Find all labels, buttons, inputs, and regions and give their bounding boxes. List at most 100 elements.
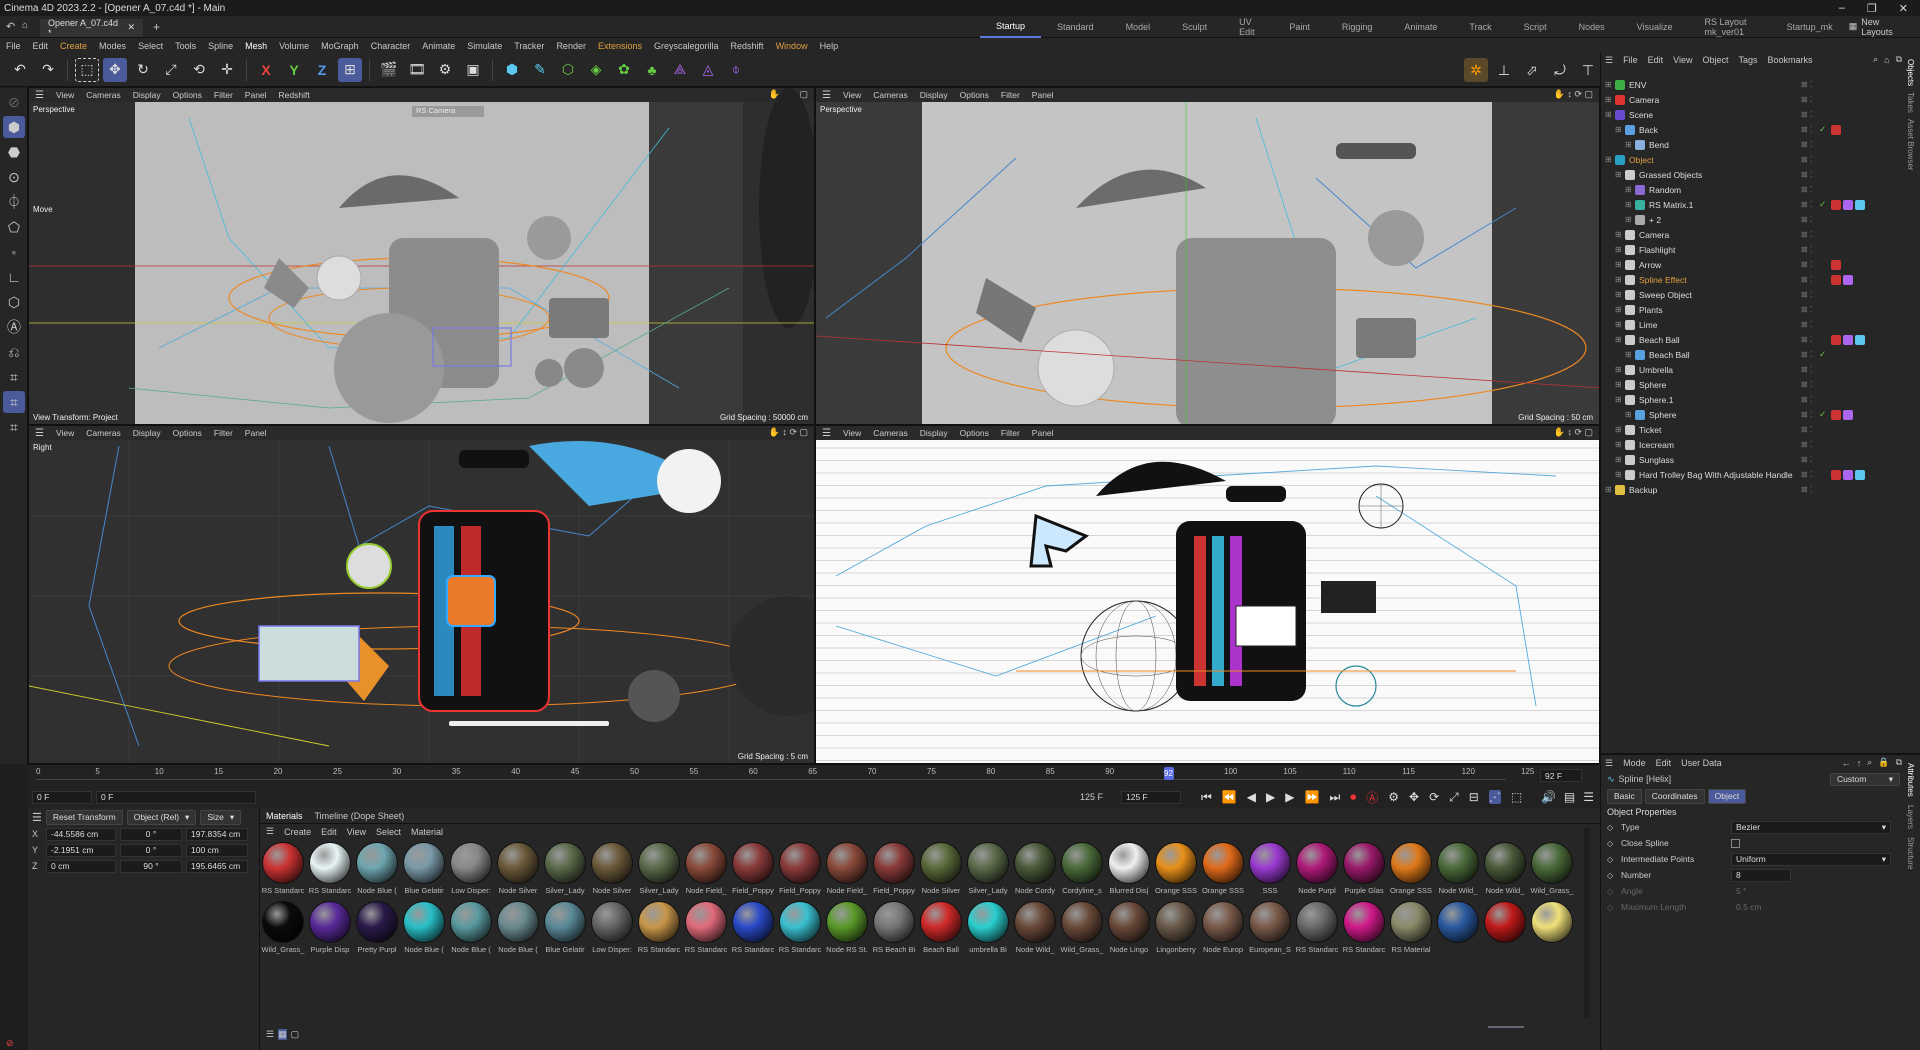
- expand-icon[interactable]: ⊞: [1625, 185, 1635, 194]
- object-row[interactable]: ⊞ Bend ⊠ ⁚: [1605, 137, 1901, 152]
- expand-icon[interactable]: ⊞: [1615, 290, 1625, 299]
- visibility-dots-icon[interactable]: ⊠ ⁚: [1801, 230, 1812, 239]
- object-name[interactable]: Hard Trolley Bag With Adjustable Handle: [1639, 470, 1793, 480]
- hamburger-icon[interactable]: ☰: [266, 826, 274, 837]
- object-name[interactable]: Sphere: [1649, 410, 1676, 420]
- transform-tool-icon[interactable]: ✛: [215, 58, 239, 82]
- material-swatch[interactable]: Orange SSS: [1153, 842, 1199, 900]
- pen-icon[interactable]: ✎: [528, 58, 552, 82]
- attribute-tab[interactable]: Coordinates: [1644, 788, 1705, 804]
- menu-item[interactable]: Select: [132, 41, 169, 51]
- hamburger-icon[interactable]: ☰: [32, 811, 42, 824]
- large-view-icon[interactable]: ▢: [291, 1029, 300, 1040]
- position-field[interactable]: -2.1951 cm: [46, 843, 116, 857]
- viewport-perspective-top-left[interactable]: ☰ View Cameras Display Options Filter Panel Red…: [28, 87, 815, 425]
- close-tab-icon[interactable]: ✕: [127, 22, 135, 33]
- visibility-dots-icon[interactable]: ⊠ ⁚: [1801, 335, 1812, 344]
- expand-icon[interactable]: ⊞: [1625, 200, 1635, 209]
- material-swatch[interactable]: [1482, 901, 1528, 959]
- material-swatch[interactable]: [1435, 901, 1481, 959]
- layout-tab[interactable]: Sculpt: [1166, 16, 1223, 38]
- visibility-dots-icon[interactable]: ⊠ ⁚: [1801, 260, 1812, 269]
- attribute-menu-item[interactable]: User Data: [1681, 758, 1722, 768]
- axis-lock-icon[interactable]: ⤾: [1548, 58, 1572, 82]
- sound-icon[interactable]: 🔊: [1541, 790, 1556, 804]
- expand-icon[interactable]: ⊞: [1615, 125, 1625, 134]
- object-row[interactable]: ⊞ Umbrella ⊠ ⁚: [1605, 362, 1901, 377]
- object-name[interactable]: Beach Ball: [1639, 335, 1680, 345]
- object-row[interactable]: ⊞ Object ⊠ ⁚: [1605, 152, 1901, 167]
- material-tag-icon[interactable]: [1831, 409, 1841, 420]
- material-swatch[interactable]: Silver_Lady: [636, 842, 682, 900]
- material-swatch[interactable]: Node Silver: [495, 842, 541, 900]
- layout-tab[interactable]: RS Layout mk_ver01: [1688, 16, 1770, 38]
- expand-icon[interactable]: ⊞: [1615, 380, 1625, 389]
- visibility-dots-icon[interactable]: ⊠ ⁚: [1801, 245, 1812, 254]
- material-swatch[interactable]: Purple Glas: [1341, 842, 1387, 900]
- tag-icon[interactable]: [1831, 274, 1853, 285]
- material-swatch[interactable]: Field_Poppy: [871, 842, 917, 900]
- position-field[interactable]: 0 cm: [46, 859, 116, 873]
- object-name[interactable]: Icecream: [1639, 440, 1674, 450]
- material-swatch[interactable]: Node RS St.: [824, 901, 870, 959]
- live-selection-icon[interactable]: ⬚: [75, 57, 99, 82]
- material-tag-icon[interactable]: [1831, 259, 1841, 270]
- grid-view-icon[interactable]: ▦: [278, 1029, 287, 1040]
- document-tab[interactable]: Opener A_07.c4d * ✕: [40, 18, 143, 38]
- undo-icon[interactable]: ↶: [6, 20, 15, 33]
- layout-tab[interactable]: Paint: [1273, 16, 1326, 38]
- material-swatch[interactable]: RS Standarc: [260, 842, 306, 900]
- material-tag-icon[interactable]: [1843, 199, 1853, 210]
- position-field[interactable]: -44.5586 cm: [46, 827, 116, 841]
- material-tag-icon[interactable]: [1843, 469, 1853, 480]
- material-swatch[interactable]: Node Wild_: [1012, 901, 1058, 959]
- material-tag-icon[interactable]: [1855, 199, 1865, 210]
- model-mode-icon[interactable]: ⬢: [3, 116, 25, 138]
- object-row[interactable]: ⊞ Flashlight ⊠ ⁚: [1605, 242, 1901, 257]
- expand-icon[interactable]: ⊞: [1615, 275, 1625, 284]
- field-icon[interactable]: ⟁: [668, 58, 692, 82]
- home-icon[interactable]: ⌂: [22, 20, 28, 31]
- material-swatch[interactable]: Field_Poppy: [730, 842, 776, 900]
- material-swatch[interactable]: Node Blue (: [401, 901, 447, 959]
- expand-icon[interactable]: ⊞: [1615, 245, 1625, 254]
- object-name[interactable]: Sphere: [1639, 380, 1666, 390]
- material-swatch[interactable]: RS Standarc: [307, 842, 353, 900]
- object-row[interactable]: ⊞ + 2 ⊠ ⁚: [1605, 212, 1901, 227]
- side-tab[interactable]: Takes: [1906, 92, 1915, 113]
- expand-icon[interactable]: ⊞: [1605, 485, 1615, 494]
- hamburger-icon[interactable]: ☰: [1605, 758, 1613, 769]
- attribute-select[interactable]: Uniform ▾: [1731, 852, 1891, 866]
- material-menu-item[interactable]: Create: [284, 827, 311, 837]
- material-tag-icon[interactable]: [1843, 274, 1853, 285]
- scene-icon[interactable]: ◬: [696, 58, 720, 82]
- menu-item[interactable]: Simulate: [461, 41, 508, 51]
- cloner-icon[interactable]: ✿: [612, 58, 636, 82]
- visibility-dots-icon[interactable]: ⊠ ⁚: [1801, 440, 1812, 449]
- material-swatch[interactable]: Node Blue (: [354, 842, 400, 900]
- material-menu-item[interactable]: Edit: [321, 827, 337, 837]
- menu-item[interactable]: Animate: [416, 41, 461, 51]
- menu-item[interactable]: Mesh: [239, 41, 273, 51]
- object-menu-item[interactable]: Object: [1702, 55, 1728, 65]
- menu-item[interactable]: Create: [54, 41, 93, 51]
- visibility-dots-icon[interactable]: ⊠ ⁚: [1801, 80, 1812, 89]
- new-tab-icon[interactable]: +: [153, 20, 160, 34]
- layout-tab[interactable]: Animate: [1388, 16, 1453, 38]
- visibility-dots-icon[interactable]: ⊠ ⁚: [1801, 365, 1812, 374]
- menu-item[interactable]: File: [0, 41, 27, 51]
- menu-item[interactable]: Help: [814, 41, 845, 51]
- object-name[interactable]: Spline Effect: [1639, 275, 1687, 285]
- close-spline-checkbox[interactable]: [1731, 838, 1740, 848]
- up-arrow-icon[interactable]: ↑: [1857, 758, 1862, 768]
- material-swatch[interactable]: Node Cordy: [1012, 842, 1058, 900]
- sculpt-mode-icon[interactable]: Ⓐ: [3, 316, 25, 338]
- side-tab[interactable]: Asset Browser: [1906, 119, 1915, 171]
- material-swatch[interactable]: Node Blue (: [495, 901, 541, 959]
- material-tag-icon[interactable]: [1831, 274, 1841, 285]
- object-row[interactable]: ⊞ Arrow ⊠ ⁚: [1605, 257, 1901, 272]
- object-name[interactable]: Back: [1639, 125, 1658, 135]
- size-field[interactable]: 100 cm: [186, 843, 248, 857]
- object-name[interactable]: Scene: [1629, 110, 1653, 120]
- object-row[interactable]: ⊞ Scene ⊠ ⁚: [1605, 107, 1901, 122]
